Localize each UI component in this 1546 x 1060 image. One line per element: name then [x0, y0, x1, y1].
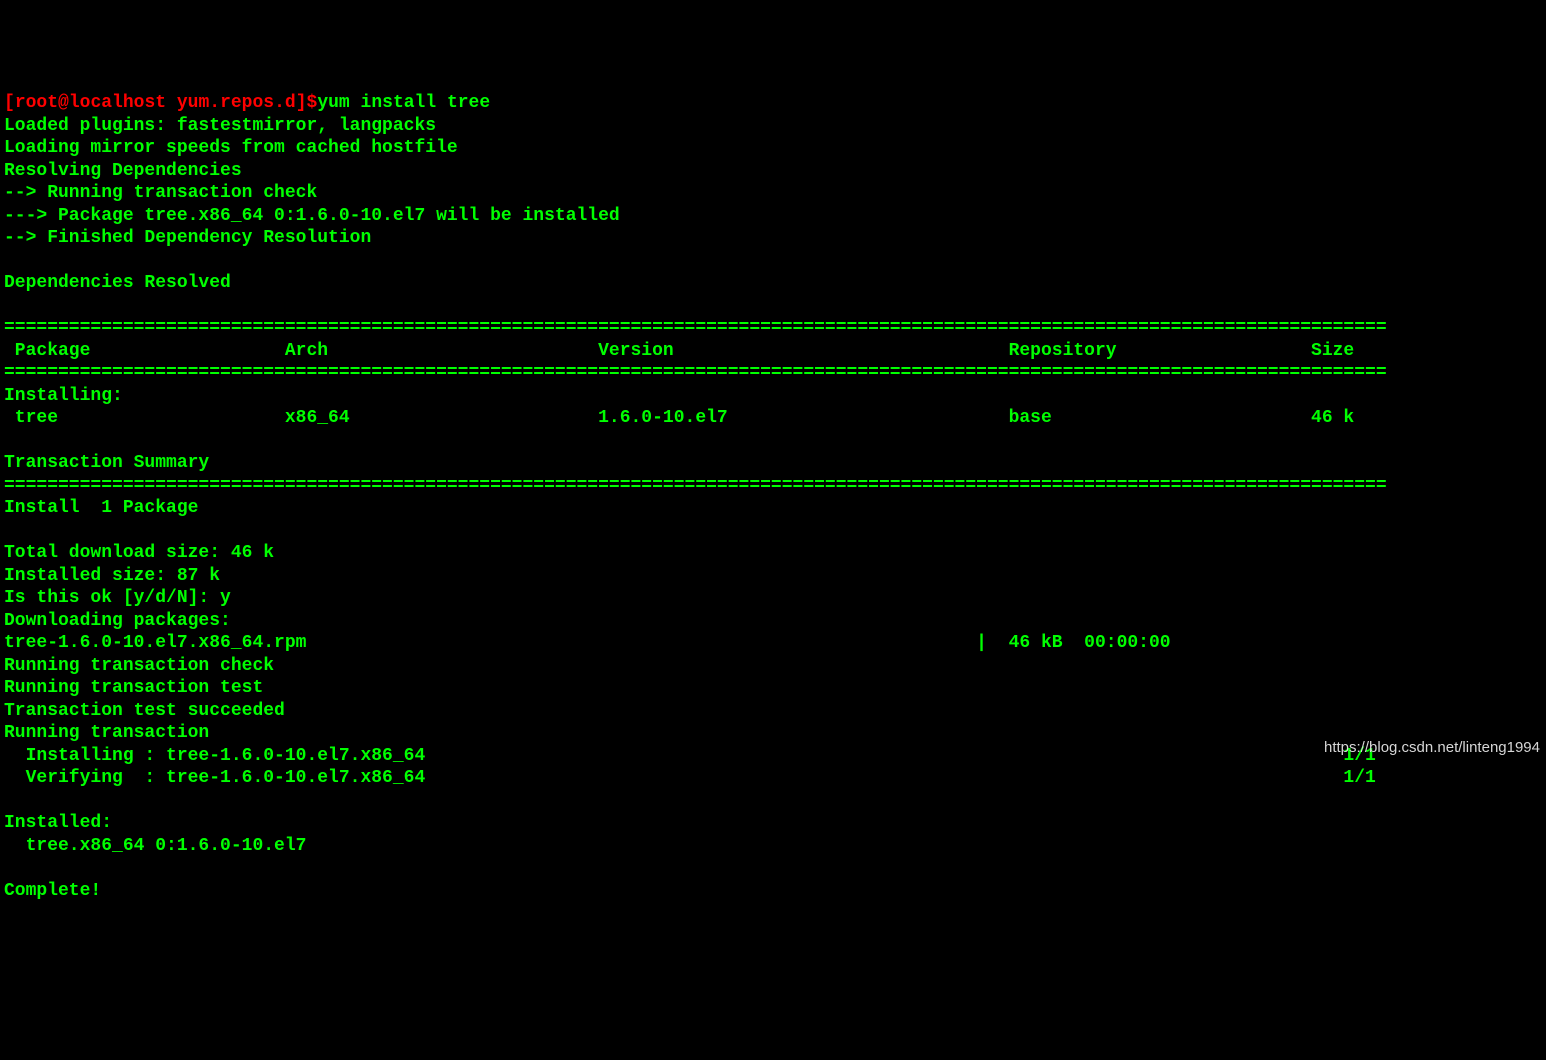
download-line: tree-1.6.0-10.el7.x86_64.rpm | 46 kB 00:…: [4, 633, 1171, 653]
table-rule: ========================================…: [4, 318, 1387, 338]
output-line: Resolving Dependencies: [4, 161, 242, 181]
prompt-path: yum.repos.d: [177, 93, 296, 113]
output-line: Total download size: 46 k: [4, 543, 274, 563]
command-text: yum install tree: [317, 93, 490, 113]
progress-line: Verifying : tree-1.6.0-10.el7.x86_64 1/1: [4, 768, 1376, 788]
prompt-user: root: [15, 93, 58, 113]
output-line: Running transaction check: [4, 656, 274, 676]
output-line: Running transaction test: [4, 678, 263, 698]
section-header: Installing:: [4, 386, 123, 406]
output-line: Downloading packages:: [4, 611, 231, 631]
complete-line: Complete!: [4, 881, 101, 901]
output-line: Running transaction: [4, 723, 209, 743]
output-line: --> Running transaction check: [4, 183, 317, 203]
output-line: Install 1 Package: [4, 498, 198, 518]
prompt-space: [166, 93, 177, 113]
output-line: ---> Package tree.x86_64 0:1.6.0-10.el7 …: [4, 206, 620, 226]
prompt-host: localhost: [69, 93, 166, 113]
terminal-output[interactable]: [root@localhost yum.repos.d]$yum install…: [4, 92, 1542, 902]
section-header: Installed:: [4, 813, 112, 833]
table-header: Package Arch Version Repository Size: [4, 341, 1354, 361]
section-header: Transaction Summary: [4, 453, 209, 473]
table-rule: ========================================…: [4, 476, 1387, 496]
output-line: Loading mirror speeds from cached hostfi…: [4, 138, 458, 158]
table-row: tree x86_64 1.6.0-10.el7 base 46 k: [4, 408, 1354, 428]
output-line: Transaction test succeeded: [4, 701, 285, 721]
prompt-at: @: [58, 93, 69, 113]
prompt-close: ]: [296, 93, 307, 113]
progress-line: Installing : tree-1.6.0-10.el7.x86_64 1/…: [4, 746, 1376, 766]
prompt-open: [: [4, 93, 15, 113]
output-line: Loaded plugins: fastestmirror, langpacks: [4, 116, 436, 136]
confirm-prompt: Is this ok [y/d/N]: y: [4, 588, 231, 608]
table-rule: ========================================…: [4, 363, 1387, 383]
output-line: Dependencies Resolved: [4, 273, 231, 293]
watermark-text: https://blog.csdn.net/linteng1994: [1324, 739, 1540, 758]
output-line: Installed size: 87 k: [4, 566, 220, 586]
prompt-dollar: $: [307, 93, 318, 113]
output-line: --> Finished Dependency Resolution: [4, 228, 371, 248]
output-line: tree.x86_64 0:1.6.0-10.el7: [4, 836, 306, 856]
